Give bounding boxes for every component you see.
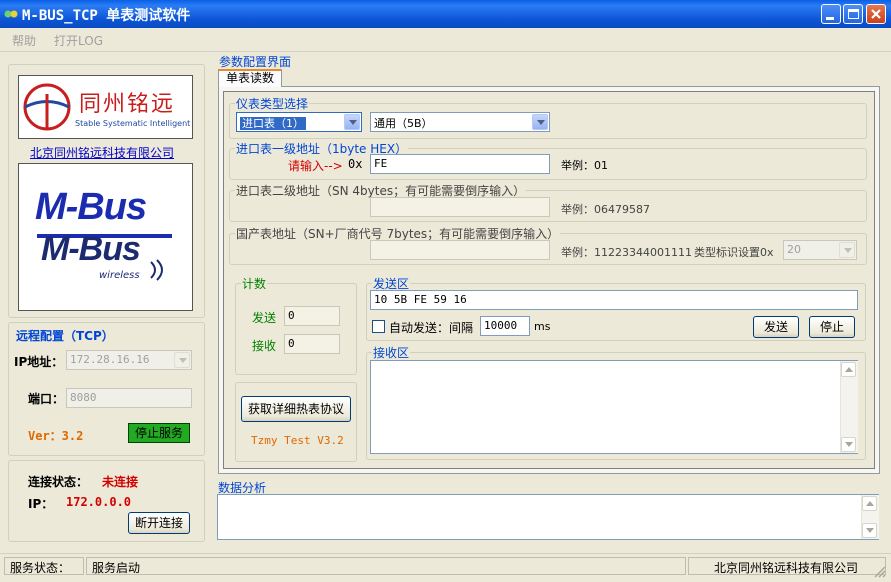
auto-send-checkbox[interactable] [372,320,385,333]
scroll-up-icon[interactable] [862,496,877,511]
status-value-panel [86,557,686,575]
maximize-icon [848,9,859,19]
menu-open-log[interactable]: 打开LOG [54,32,103,49]
count-title: 计数 [241,275,268,292]
mbus-logo-bottom-text: M-Bus [41,230,141,268]
type-id-label: 类型标识设置0x [694,246,774,259]
logo-en-text: Stable Systematic Intelligent [75,119,191,128]
ip2-value: 172.0.0.0 [66,495,132,509]
minimize-button[interactable] [821,4,841,24]
addr2-input[interactable] [370,197,550,217]
addr1-input[interactable]: FE [370,154,550,174]
logo-cn-text: 同州铭远 [79,92,176,117]
recv-count-label: 接收 [252,339,277,353]
window-title: M-BUS_TCP 单表测试软件 [22,8,191,24]
disconnect-button[interactable]: 断开连接 [128,512,190,534]
mbus-logo: M-Bus M-Bus wireless [18,163,193,311]
status-value: 服务启动 [92,561,141,575]
close-icon [871,9,881,19]
chevron-down-icon[interactable] [532,114,548,130]
domestic-example: 举例：11223344001111 [561,246,692,259]
ms-label: ms [534,320,551,333]
protocol-combo[interactable]: 通用（5B） [370,112,550,132]
count-group [235,283,357,375]
remote-config-title: 远程配置（TCP） [16,329,114,343]
get-protocol-button[interactable]: 获取详细热表协议 [241,396,351,422]
domestic-input[interactable] [370,240,550,260]
send-button[interactable]: 发送 [753,316,799,338]
recv-count-value: 0 [284,334,340,354]
addr1-example: 举例：01 [561,159,608,172]
conn-status-label: 连接状态： [28,475,89,489]
ip-label: IP地址： [14,355,64,369]
mbus-logo-top-text: M-Bus [35,186,147,228]
wireless-icon [150,259,163,281]
minimize-icon [826,17,834,20]
please-input-label: 请输入--> [288,159,343,173]
type-id-combo[interactable]: 20 [783,240,857,260]
section-title: 参数配置界面 [218,53,293,70]
protocol-value: 通用（5B） [374,117,433,130]
conn-status-value: 未连接 [102,475,139,489]
version-label: Ver：3.2 [28,429,84,443]
scroll-up-icon[interactable] [841,362,856,377]
app-icon [4,10,18,18]
menu-bar [0,28,891,50]
menu-divider [0,51,891,52]
send-count-label: 发送 [252,311,277,325]
maximize-button[interactable] [843,4,863,24]
ip-combo[interactable]: 172.28.16.16 [66,350,192,370]
company-link[interactable]: 北京同州铭远科技有限公司 [30,144,174,161]
scroll-down-icon[interactable] [862,523,877,538]
hex-prefix-label: 0x [348,157,363,171]
addr2-example: 举例：06479587 [561,203,650,216]
tab-single-meter[interactable]: 单表读数 [218,69,282,87]
chevron-down-icon[interactable] [174,352,190,368]
chevron-down-icon[interactable] [344,114,360,130]
interval-input[interactable]: 10000 [480,316,530,336]
protocol-group [235,382,357,462]
port-label: 端口： [28,392,65,406]
resize-grip-icon[interactable] [873,565,887,579]
company-logo-icon [23,83,71,131]
auto-send-label: 自动发送：间隔 [389,321,474,335]
send-count-value: 0 [284,306,340,326]
status-company: 北京同州铭远科技有限公司 [714,561,859,575]
stop-service-button[interactable]: 停止服务 [128,423,190,443]
menu-help[interactable]: 帮助 [12,32,36,49]
mbus-wireless-text: wireless [99,270,140,281]
type-id-value: 20 [787,243,801,256]
recv-textarea[interactable] [370,360,858,454]
scroll-down-icon[interactable] [841,437,856,452]
meter-type-title: 仪表类型选择 [235,95,310,112]
meter-type-combo[interactable]: 进口表（1） [236,112,362,132]
company-logo: 同州铭远 Stable Systematic Intelligent [18,75,193,139]
port-input[interactable]: 8080 [66,388,192,408]
stop-button[interactable]: 停止 [809,316,855,338]
ip-combo-value: 172.28.16.16 [70,353,150,366]
close-button[interactable] [866,4,886,24]
ip2-label: IP： [28,497,54,511]
chevron-down-icon[interactable] [839,242,855,258]
meter-type-value: 进口表（1） [240,117,306,130]
tzmy-version: Tzmy Test V3.2 [251,434,344,447]
status-label: 服务状态： [10,561,71,575]
recv-area-title: 接收区 [372,344,411,361]
send-data-input[interactable]: 10 5B FE 59 16 [370,290,858,310]
analysis-textarea[interactable] [217,494,879,540]
